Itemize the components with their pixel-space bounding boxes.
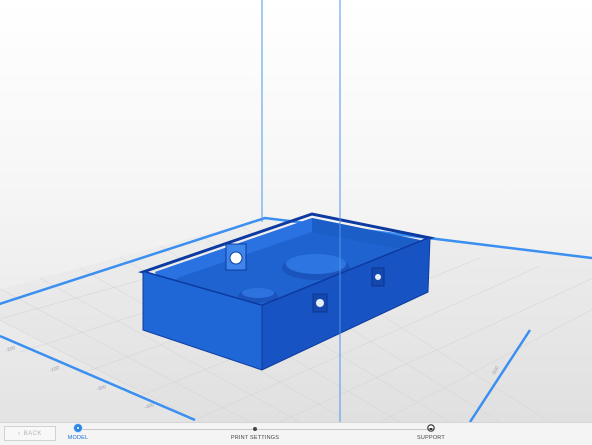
support-icon xyxy=(427,424,435,432)
mount-hole xyxy=(312,293,328,313)
step-dot xyxy=(253,427,257,431)
axis-label: -300 xyxy=(96,384,108,393)
chevron-left-icon: ‹ xyxy=(18,430,21,437)
workflow-bar: ‹ BACK MODEL PRINT SETTINGS SUPPORT xyxy=(0,422,592,445)
step-active-indicator xyxy=(74,424,82,432)
axis-label: -400 xyxy=(144,402,156,411)
step-label: SUPPORT xyxy=(417,435,445,441)
step-label: MODEL xyxy=(67,435,89,441)
3d-viewport[interactable]: -200 -100 -300 -400 -500 xyxy=(0,0,592,422)
mount-hole xyxy=(371,267,385,287)
step-label: PRINT SETTINGS xyxy=(230,435,280,441)
axis-label: -200 xyxy=(5,345,17,354)
axis-label: -100 xyxy=(49,365,61,374)
scene: -200 -100 -300 -400 -500 xyxy=(0,0,592,422)
